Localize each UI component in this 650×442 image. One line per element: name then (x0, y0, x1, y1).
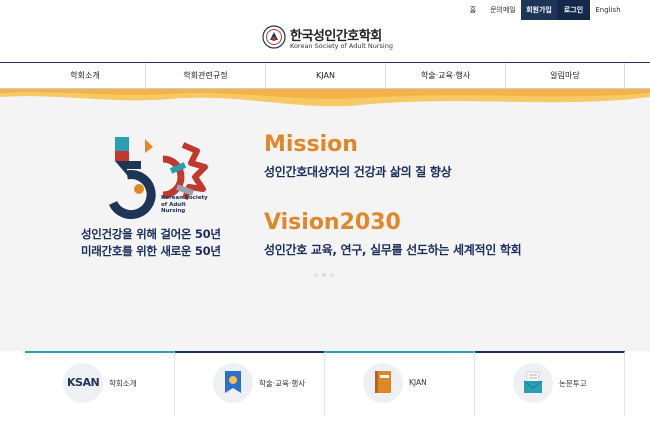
slide-dot[interactable] (330, 273, 334, 277)
nav-item-kjan[interactable]: KJAN (265, 63, 385, 89)
nav-item-notice[interactable]: 알림마당 (505, 63, 625, 89)
hero-banner: Korean Society of Adult Nursing 성인건강을 위해… (0, 89, 650, 351)
quick-item-label: 학회소개 (109, 379, 137, 388)
quick-item-submission[interactable]: 논문투고 (475, 351, 625, 416)
login-button[interactable]: 로그인 (557, 0, 590, 20)
join-button[interactable]: 회원가입 (521, 0, 557, 20)
society-name-english: Korean Society of Adult Nursing (290, 42, 393, 50)
quick-item-label: KJAN (409, 378, 427, 387)
logo-caption: Korean Society of Adult Nursing (161, 195, 208, 214)
utility-bar: 홈 문의메일 회원가입 로그인 English (0, 0, 650, 20)
quick-item-about[interactable]: KSAN 학회소개 (25, 351, 175, 416)
society-emblem-icon (262, 25, 286, 49)
nav-item-about[interactable]: 학회소개 (25, 63, 145, 89)
page-bottom (0, 416, 650, 442)
anniversary-50-logo: Korean Society of Adult Nursing (108, 137, 208, 220)
quick-item-academic[interactable]: 학술·교육·행사 (175, 351, 325, 416)
journal-book-icon (363, 363, 403, 403)
site-logo[interactable]: 한국성인간호학회 Korean Society of Adult Nursing (262, 25, 393, 55)
slide-dot[interactable] (314, 273, 318, 277)
mission-title: Mission (264, 132, 358, 157)
tagline-line-2: 미래간호를 위한 새로운 50년 (81, 244, 221, 258)
ksan-logo-text: KSAN (67, 376, 100, 389)
ribbon-badge-icon (213, 363, 253, 403)
home-link[interactable]: 홈 (465, 0, 481, 20)
mission-text: 성인간호대상자의 건강과 삶의 질 향상 (264, 165, 452, 179)
english-link[interactable]: English (592, 0, 624, 20)
quick-item-kjan[interactable]: KJAN (325, 351, 475, 416)
main-navigation: 학회소개 학회관련규정 KJAN 학술·교육·행사 알림마당 (0, 62, 650, 89)
slide-dot-active[interactable] (322, 273, 326, 277)
vision-title: Vision2030 (264, 210, 401, 235)
quick-item-label: 논문투고 (559, 379, 587, 388)
nav-item-regulations[interactable]: 학회관련규정 (145, 63, 265, 89)
quick-menu: KSAN 학회소개 학술·교육·행사 KJAN 논문투고 (25, 351, 625, 416)
nav-item-academic-events[interactable]: 학술·교육·행사 (385, 63, 505, 89)
quick-item-label: 학술·교육·행사 (259, 379, 306, 388)
tagline-line-1: 성인건강을 위해 걸어온 50년 (81, 227, 221, 241)
contact-link[interactable]: 문의메일 (486, 0, 520, 20)
ksan-logo-icon: KSAN (63, 363, 103, 403)
decorative-wave (0, 89, 650, 107)
envelope-icon (513, 363, 553, 403)
slide-indicator (308, 273, 344, 279)
vision-text: 성인간호 교육, 연구, 실무를 선도하는 세계적인 학회 (264, 243, 522, 257)
